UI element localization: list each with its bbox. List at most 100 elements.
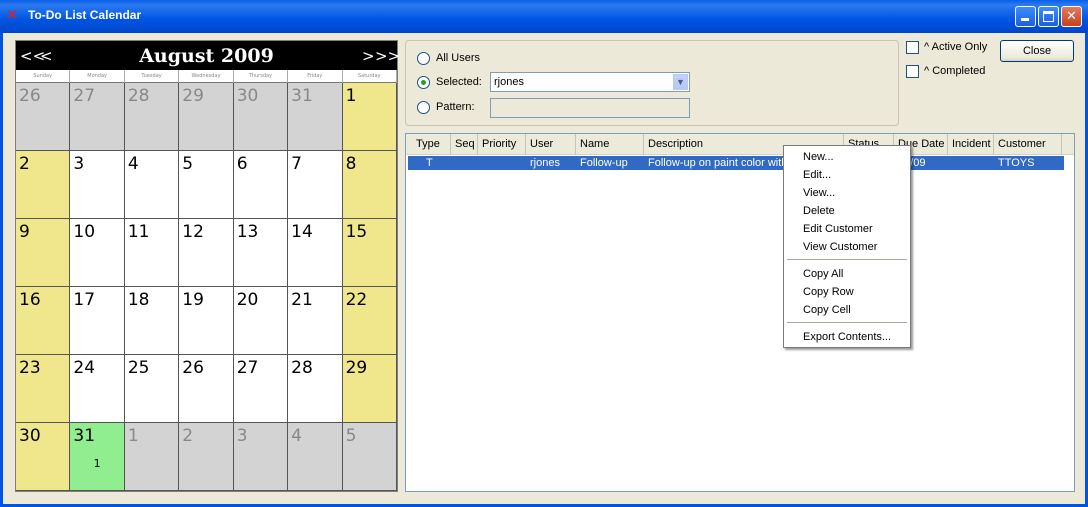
calendar-day-cell[interactable]: 26 xyxy=(16,83,71,151)
cell-customer: TTOYS xyxy=(998,157,1035,169)
all-users-radio[interactable] xyxy=(417,52,430,65)
calendar-day-cell[interactable]: 30 xyxy=(233,83,289,151)
day-number: 5 xyxy=(182,154,194,174)
menu-item-export-contents[interactable]: Export Contents... xyxy=(785,328,909,346)
calendar-day-cell[interactable]: 29 xyxy=(342,355,397,423)
table-row[interactable]: T rjones Follow-up Follow-up on paint co… xyxy=(408,156,1064,170)
calendar-day-cell[interactable]: 22 xyxy=(342,287,397,355)
calendar-day-cell[interactable]: 12 xyxy=(179,219,234,287)
calendar-day-cell[interactable]: 29 xyxy=(179,83,234,151)
cell-seq xyxy=(451,156,478,170)
calendar-day-cell[interactable]: 6 xyxy=(233,151,289,219)
column-header-type[interactable]: Type xyxy=(412,134,451,155)
day-of-week-label: Thursday xyxy=(233,70,289,83)
user-filter-panel: All Users Selected: rjones ▼ Pattern: xyxy=(405,40,899,126)
calendar-day-cell[interactable]: 17 xyxy=(70,287,125,355)
menu-item-new[interactable]: New... xyxy=(785,148,909,166)
calendar-day-cell[interactable]: 8 xyxy=(342,151,397,219)
day-number: 26 xyxy=(19,86,41,106)
next-month-button[interactable]: > xyxy=(362,47,375,65)
calendar-day-cell[interactable]: 28 xyxy=(124,83,180,151)
column-header-seq[interactable]: Seq xyxy=(451,134,478,155)
calendar-day-cell[interactable]: 31 xyxy=(288,83,343,151)
calendar-day-cell[interactable]: 27 xyxy=(233,355,289,423)
completed-checkbox[interactable] xyxy=(906,65,919,78)
calendar-day-cell[interactable]: 28 xyxy=(288,355,343,423)
window-close-button[interactable]: ✕ xyxy=(1061,6,1082,27)
menu-item-copy-cell[interactable]: Copy Cell xyxy=(785,301,909,319)
calendar-day-cell[interactable]: 25 xyxy=(124,355,180,423)
menu-item-view[interactable]: View... xyxy=(785,184,909,202)
user-select[interactable]: rjones ▼ xyxy=(490,72,690,92)
minimize-button[interactable] xyxy=(1015,6,1036,27)
calendar-day-cell[interactable]: 16 xyxy=(16,287,71,355)
user-select-value: rjones xyxy=(494,76,524,88)
cell-priority xyxy=(478,156,526,170)
day-number: 9 xyxy=(19,222,30,242)
day-number: 29 xyxy=(182,86,204,106)
column-header-name[interactable]: Name xyxy=(576,134,644,155)
calendar-day-cell[interactable]: 20 xyxy=(233,287,289,355)
day-of-week-label: Monday xyxy=(70,70,125,83)
calendar-day-cell[interactable]: 1 xyxy=(124,423,180,491)
calendar-day-cell[interactable]: 11 xyxy=(124,219,180,287)
calendar-day-cell[interactable]: 10 xyxy=(70,219,125,287)
calendar-day-cell[interactable]: 26 xyxy=(179,355,234,423)
menu-item-view-customer[interactable]: View Customer xyxy=(785,238,909,256)
day-of-week-label: Friday xyxy=(288,70,343,83)
todo-count: 1 xyxy=(93,457,101,470)
day-number: 23 xyxy=(19,358,41,378)
pattern-radio[interactable] xyxy=(417,101,430,114)
calendar-day-cell[interactable]: 21 xyxy=(288,287,343,355)
chevron-down-icon[interactable]: ▼ xyxy=(673,74,688,90)
day-of-week-label: Wednesday xyxy=(179,70,234,83)
column-header-priority[interactable]: Priority xyxy=(478,134,526,155)
calendar-day-cell[interactable]: 5 xyxy=(179,151,234,219)
calendar-day-cell[interactable]: 15 xyxy=(342,219,397,287)
calendar-day-cell[interactable]: 24 xyxy=(70,355,125,423)
maximize-button[interactable] xyxy=(1038,6,1059,27)
calendar-day-cell[interactable]: 2 xyxy=(179,423,234,491)
next-year-button[interactable]: >> xyxy=(375,47,400,65)
day-number: 13 xyxy=(236,222,259,242)
month-title: August 2009 xyxy=(139,45,274,67)
column-header-incident[interactable]: Incident xyxy=(948,134,994,155)
day-number: 21 xyxy=(291,290,313,310)
column-header-customer[interactable]: Customer xyxy=(994,134,1062,155)
calendar-day-cell[interactable]: 3 xyxy=(70,151,125,219)
close-button[interactable]: Close xyxy=(1000,40,1074,62)
menu-item-edit-customer[interactable]: Edit Customer xyxy=(785,220,909,238)
calendar-day-cell[interactable]: 19 xyxy=(179,287,234,355)
calendar-header: << < August 2009 > >> xyxy=(16,41,400,70)
calendar-day-cell[interactable]: 23 xyxy=(16,355,71,423)
menu-item-copy-row[interactable]: Copy Row xyxy=(785,283,909,301)
calendar-day-cell[interactable]: 9 xyxy=(16,219,71,287)
calendar-day-cell[interactable]: 5 xyxy=(342,423,397,491)
calendar-day-cell[interactable]: 31 1 xyxy=(70,423,125,491)
calendar-day-cell[interactable]: 3 xyxy=(233,423,289,491)
calendar-day-cell[interactable]: 14 xyxy=(288,219,343,287)
calendar-day-cell[interactable]: 1 xyxy=(342,83,397,151)
day-number: 1 xyxy=(345,86,357,106)
active-only-checkbox[interactable] xyxy=(906,41,919,54)
calendar-day-cell[interactable]: 7 xyxy=(288,151,343,219)
calendar-day-cell[interactable]: 27 xyxy=(70,83,125,151)
calendar-day-cell[interactable]: 18 xyxy=(124,287,180,355)
day-number: 7 xyxy=(291,154,302,174)
calendar-day-cell[interactable]: 4 xyxy=(288,423,343,491)
calendar-day-cell[interactable]: 30 xyxy=(16,423,71,491)
calendar-day-cell[interactable]: 4 xyxy=(124,151,180,219)
menu-item-edit[interactable]: Edit... xyxy=(785,166,909,184)
column-header-user[interactable]: User xyxy=(526,134,576,155)
title-bar[interactable]: ✕ To-Do List Calendar ✕ xyxy=(0,0,1088,33)
selected-radio[interactable] xyxy=(417,76,430,89)
day-of-week-header: Sunday Monday Tuesday Wednesday Thursday Frid… xyxy=(16,70,397,83)
pattern-input[interactable] xyxy=(490,98,690,118)
menu-separator xyxy=(787,259,907,260)
calendar-day-cell[interactable]: 13 xyxy=(233,219,289,287)
day-number: 29 xyxy=(345,358,368,378)
calendar-day-cell[interactable]: 2 xyxy=(16,151,71,219)
menu-item-delete[interactable]: Delete xyxy=(785,202,909,220)
menu-item-copy-all[interactable]: Copy All xyxy=(785,265,909,283)
selected-label: Selected: xyxy=(436,76,482,88)
